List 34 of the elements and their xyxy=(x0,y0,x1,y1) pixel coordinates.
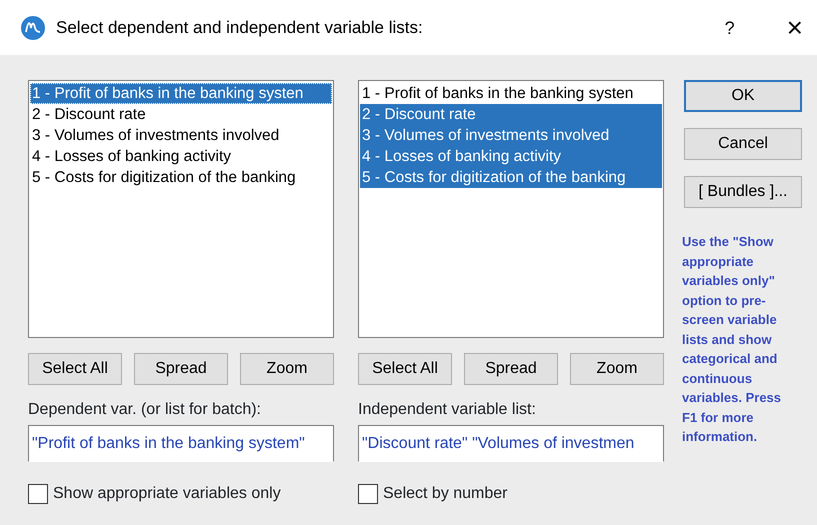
list-item[interactable]: 1 - Profit of banks in the banking systen xyxy=(360,83,662,104)
list-item[interactable]: 3 - Volumes of investments involved xyxy=(30,125,332,146)
checkbox-label: Select by number xyxy=(383,484,508,504)
list-item[interactable]: 2 - Discount rate xyxy=(360,104,662,125)
input-field[interactable]: "Profit of banks in the banking system" xyxy=(28,425,334,462)
field-label: Independent variable list: xyxy=(358,400,537,420)
dialog-button[interactable]: OK xyxy=(684,80,802,112)
list-button[interactable]: Select All xyxy=(28,353,122,385)
list-item[interactable]: 4 - Losses of banking activity xyxy=(30,146,332,167)
checkbox[interactable] xyxy=(28,484,48,504)
checkbox-label: Show appropriate variables only xyxy=(53,484,281,504)
variable-list[interactable]: 1 - Profit of banks in the banking systen 2 - Discount rate 3 - Volumes of investments involved 4 - Losses of banking activity 5 - Costs for digitization of the banking xyxy=(28,80,334,338)
dialog-button[interactable]: Cancel xyxy=(684,128,802,160)
window-title: Select dependent and independent variable lists: xyxy=(56,16,423,39)
input-field[interactable]: "Discount rate" "Volumes of investmen xyxy=(358,425,664,462)
variable-list[interactable]: 1 - Profit of banks in the banking systen 2 - Discount rate 3 - Volumes of investments involved 4 - Losses of banking activity 5 - Costs for digitization of the banking xyxy=(358,80,664,338)
list-item[interactable]: 1 - Profit of banks in the banking systen xyxy=(30,83,332,104)
list-button[interactable]: Select All xyxy=(358,353,452,385)
app-icon xyxy=(21,16,45,40)
list-item[interactable]: 4 - Losses of banking activity xyxy=(360,146,662,167)
hint-text: Use the "Show appropriate variables only" option to pre-screen variable lists and show categorical and continuous variables. Press F1 for more information. xyxy=(682,233,782,446)
dialog-button[interactable]: [ Bundles ]... xyxy=(684,176,802,208)
help-button[interactable]: ? xyxy=(724,18,735,36)
list-item[interactable]: 5 - Costs for digitization of the banking xyxy=(360,167,662,188)
checkbox[interactable] xyxy=(358,484,378,504)
list-button[interactable]: Zoom xyxy=(240,353,334,385)
list-button[interactable]: Zoom xyxy=(570,353,664,385)
field-label: Dependent var. (or list for batch): xyxy=(28,400,262,420)
close-button[interactable]: × xyxy=(786,14,803,42)
list-button[interactable]: Spread xyxy=(134,353,228,385)
list-item[interactable]: 5 - Costs for digitization of the banking xyxy=(30,167,332,188)
list-item[interactable]: 2 - Discount rate xyxy=(30,104,332,125)
list-item[interactable]: 3 - Volumes of investments involved xyxy=(360,125,662,146)
list-button[interactable]: Spread xyxy=(464,353,558,385)
